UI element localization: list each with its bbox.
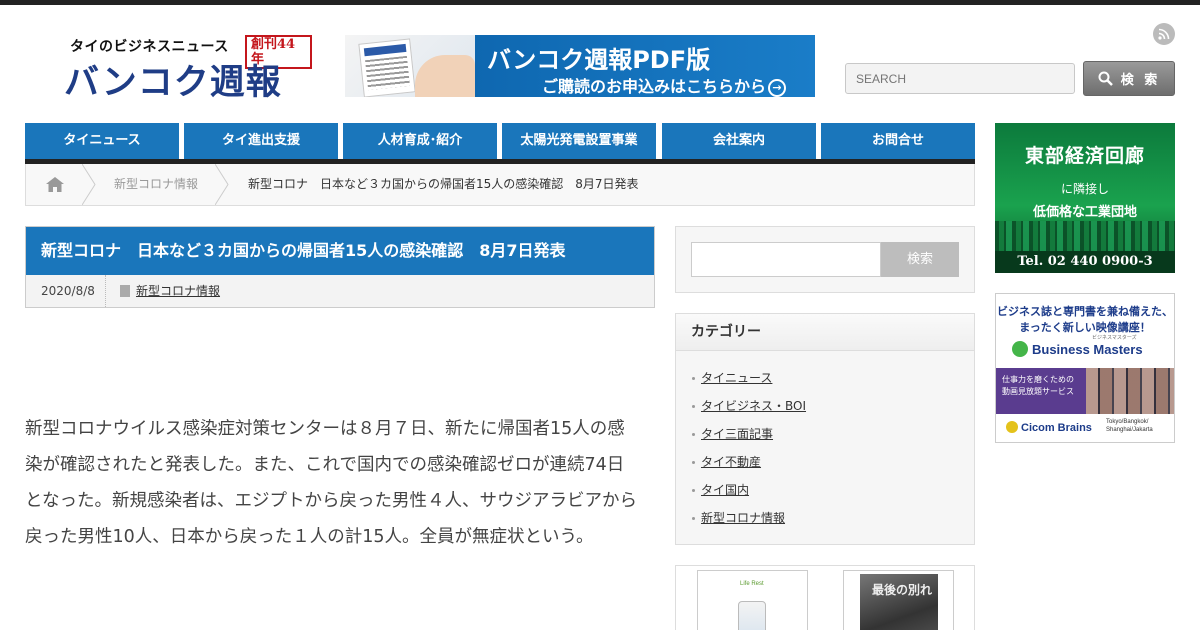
rss-icon[interactable] (1153, 23, 1175, 45)
ad-bm-promo2: 動画見放題サービス (1002, 387, 1074, 396)
article-line: となった。新規感染者は、エジプトから戻った男性４人、サウジアラビアから (25, 491, 637, 511)
ad-bm-headline2: まったく新しい映像講座！ (1019, 321, 1151, 334)
site-logo[interactable]: タイのビジネスニュース 創刊44年 バンコク週報 (62, 34, 312, 103)
header-search-button[interactable]: 検 索 (1083, 61, 1175, 96)
article-title: 新型コロナ 日本など３カ国からの帰国者15人の感染確認 8月7日発表 (26, 227, 654, 275)
categories-title: カテゴリー (676, 314, 974, 351)
nav-item-company[interactable]: 会社案内 (662, 123, 816, 159)
ad-bm-kana: ビジネスマスターズ (1092, 335, 1137, 341)
bullet-icon (692, 377, 695, 380)
category-link[interactable]: タイビジネス・BOI (692, 397, 806, 414)
cicom-logo: Cicom Brains (1006, 421, 1092, 434)
business-masters-ad[interactable]: ビジネス誌と専門書を兼ね備えた、 まったく新しい映像講座！ ビジネスマスターズ … (995, 293, 1175, 443)
book-ad-title: 最後の別れ (872, 583, 933, 597)
category-label: タイビジネス・BOI (701, 399, 807, 413)
category-link[interactable]: タイニュース (692, 369, 772, 386)
category-label: タイ三面記事 (701, 427, 774, 441)
industrial-estate-ad[interactable]: 東部経済回廊 に隣接し 低価格な工業団地 Tel. 02 440 0900-3 (995, 123, 1175, 273)
sidebar-ads-widget: Life Rest 最後の別れ (675, 565, 975, 630)
pdf-subscription-banner[interactable]: バンコク週報PDF版 ご購読のお申込みはこちらから → (345, 35, 815, 97)
document-icon (120, 285, 130, 297)
category-link[interactable]: タイ三面記事 (692, 425, 773, 442)
breadcrumb-separator (215, 164, 229, 205)
bullet-icon (692, 433, 695, 436)
business-masters-logo: Business Masters (1012, 341, 1143, 357)
nav-item-hr[interactable]: 人材育成･紹介 (343, 123, 497, 159)
article-header: 新型コロナ 日本など３カ国からの帰国者15人の感染確認 8月7日発表 2020/… (25, 226, 655, 308)
arrow-circle-icon: → (768, 78, 787, 97)
cities-line: Shanghai/Jakarta (1106, 427, 1153, 433)
header-search-input[interactable] (845, 63, 1075, 94)
ad-bm-promo: 仕事力を磨くための 動画見放題サービス (996, 368, 1174, 414)
banner-cta: ご購読のお申込みはこちらから → (542, 73, 787, 97)
article-date: 2020/8/8 (41, 284, 95, 298)
bullet-icon (692, 405, 695, 408)
ad-bm-headline1: ビジネス誌と専門書を兼ね備えた、 (997, 305, 1173, 318)
bottle-image (738, 601, 766, 630)
sidebar-search-button[interactable]: 検索 (881, 242, 959, 277)
category-label: 新型コロナ情報 (701, 511, 786, 525)
newspaper-image (358, 38, 416, 97)
breadcrumb-category[interactable]: 新型コロナ情報 (114, 164, 198, 205)
hand-image (415, 55, 475, 97)
nav-item-expansion-support[interactable]: タイ進出支援 (184, 123, 338, 159)
ad-tobu-line1: に隣接し (1060, 182, 1109, 196)
ad-tobu-line2: 低価格な工業団地 (1032, 205, 1137, 220)
speaker-photos (1086, 368, 1174, 414)
banner-image (345, 35, 475, 97)
article-category-link[interactable]: 新型コロナ情報 (136, 275, 220, 307)
top-bar (0, 0, 1200, 5)
category-label: タイ国内 (701, 483, 750, 497)
breadcrumb-home[interactable] (26, 164, 86, 205)
bullet-icon (692, 517, 695, 520)
nav-item-contact[interactable]: お問合せ (821, 123, 975, 159)
ad-bm-cities: Tokyo/Bangkok/ Shanghai/Jakarta (1106, 418, 1153, 434)
home-icon (46, 177, 64, 192)
ad-tobu-title: 東部経済回廊 (1024, 145, 1145, 167)
breadcrumb-current: 新型コロナ 日本など３カ国からの帰国者15人の感染確認 8月7日発表 (248, 177, 639, 191)
skyline-image (995, 221, 1175, 251)
breadcrumb-separator (82, 164, 96, 205)
article-line: 新型コロナウイルス感染症対策センターは８月７日、新たに帰国者15人の感 (25, 419, 625, 439)
ad-bm-logo-text: Business Masters (1032, 342, 1143, 357)
nav-item-solar[interactable]: 太陽光発電設置事業 (502, 123, 656, 159)
main-nav: タイニュース タイ進出支援 人材育成･紹介 太陽光発電設置事業 会社案内 お問合… (25, 123, 975, 164)
category-label: タイニュース (701, 371, 773, 385)
logo-title: バンコク週報 (64, 62, 282, 103)
product-ad-label: Life Rest (740, 581, 764, 587)
logo-tagline: タイのビジネスニュース (70, 39, 229, 55)
cicom-text: Cicom Brains (1021, 422, 1092, 434)
sidebar-search-input[interactable] (691, 242, 881, 277)
logo-mark-icon (1012, 341, 1028, 357)
category-link[interactable]: タイ国内 (692, 481, 749, 498)
ad-bm-footer: Cicom Brains Tokyo/Bangkok/ Shanghai/Jak… (996, 414, 1174, 442)
bullet-icon (692, 489, 695, 492)
category-link[interactable]: 新型コロナ情報 (692, 509, 785, 526)
book-ad[interactable]: 最後の別れ (843, 570, 954, 630)
article-line: 戻った男性10人、日本から戻った１人の計15人。全員が無症状という。 (25, 527, 594, 547)
bullet-icon (692, 461, 695, 464)
category-link[interactable]: タイ不動産 (692, 453, 761, 470)
product-ad[interactable]: Life Rest (697, 570, 808, 630)
article-line: 染が確認されたと発表した。また、これで国内での感染確認ゼロが連続74日 (25, 455, 625, 475)
article-meta: 2020/8/8 新型コロナ情報 (26, 275, 654, 307)
search-icon (1098, 71, 1113, 86)
nav-item-thai-news[interactable]: タイニュース (25, 123, 179, 159)
cicom-mark-icon (1006, 421, 1018, 433)
header-search-label: 検 索 (1120, 73, 1161, 88)
category-label: タイ不動産 (701, 455, 762, 469)
sidebar-search-widget: 検索 (675, 226, 975, 293)
cities-line: Tokyo/Bangkok/ (1106, 419, 1149, 425)
banner-cta-text: ご購読のお申込みはこちらから (542, 77, 767, 96)
banner-title: バンコク週報PDF版 (487, 46, 711, 74)
categories-widget: カテゴリー タイニュース タイビジネス・BOI タイ三面記事 タイ不動産 タイ国… (675, 313, 975, 545)
ad-bm-promo1: 仕事力を磨くための (1002, 375, 1074, 384)
meta-divider (105, 275, 106, 307)
article-body: 新型コロナウイルス感染症対策センターは８月７日、新たに帰国者15人の感 染が確認… (25, 411, 657, 555)
ad-tobu-tel: Tel. 02 440 0900-3 (995, 251, 1175, 273)
breadcrumb: 新型コロナ情報 新型コロナ 日本など３カ国からの帰国者15人の感染確認 8月7日… (25, 164, 975, 206)
